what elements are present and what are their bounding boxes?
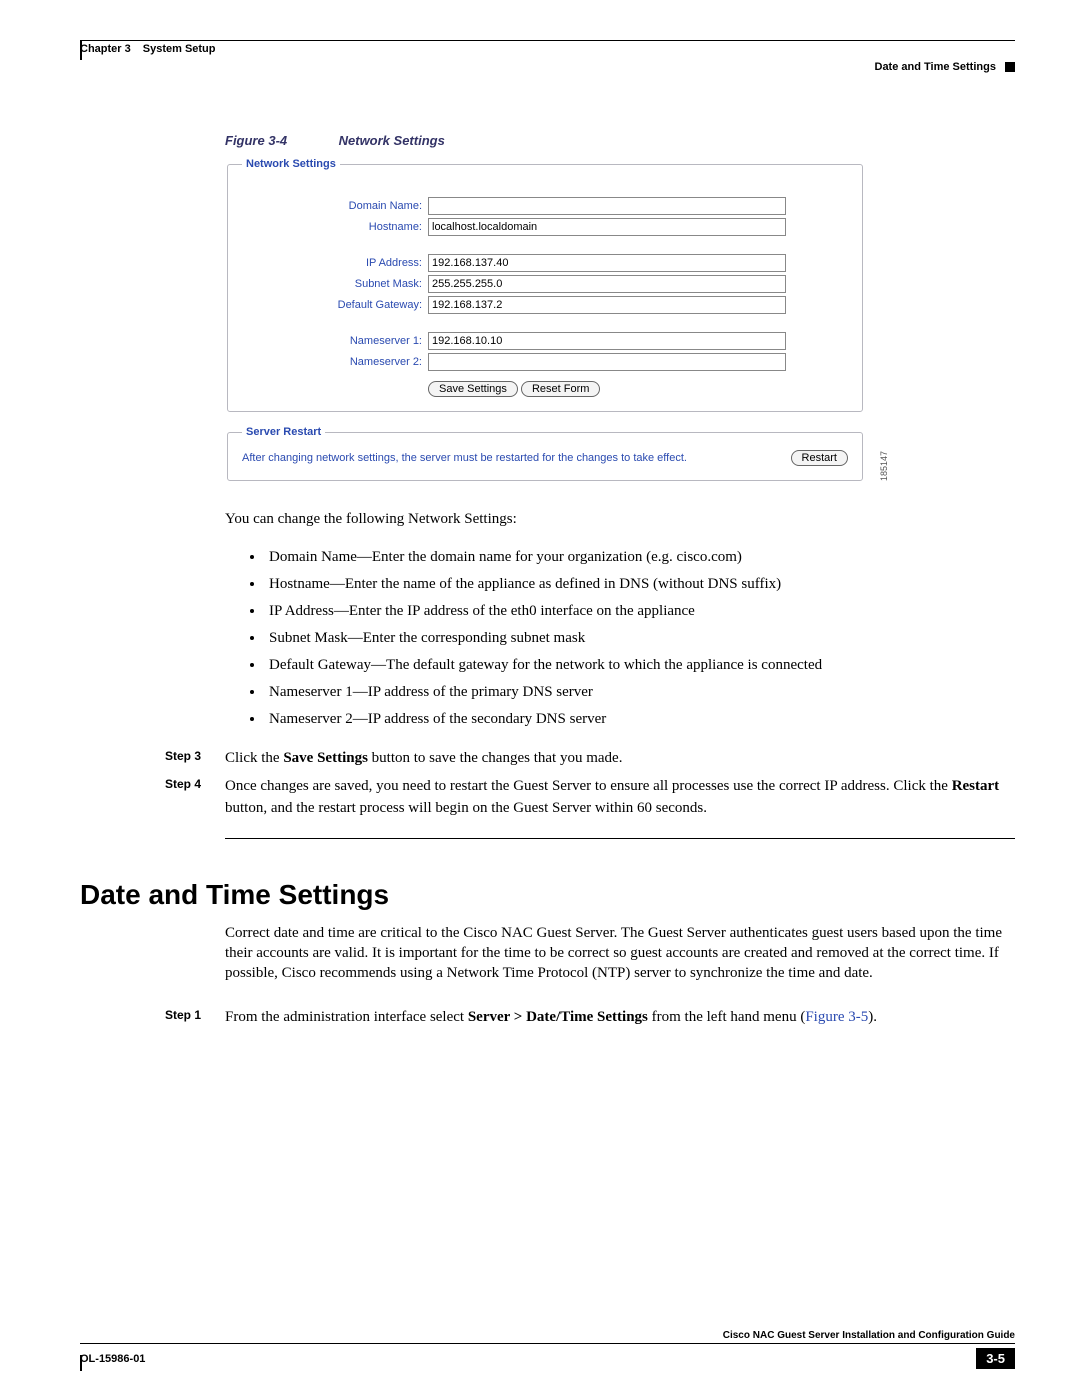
domain-name-input[interactable] bbox=[428, 197, 786, 215]
intro-text: You can change the following Network Set… bbox=[225, 509, 1015, 529]
restart-button[interactable]: Restart bbox=[791, 450, 848, 466]
step-row: Step 1 From the administration interface… bbox=[80, 1007, 1015, 1029]
nameserver2-label: Nameserver 2: bbox=[242, 356, 422, 368]
footer-guide-title: Cisco NAC Guest Server Installation and … bbox=[80, 1330, 1015, 1344]
list-item: IP Address—Enter the IP address of the e… bbox=[265, 598, 1015, 625]
list-item: Nameserver 2—IP address of the secondary… bbox=[265, 706, 1015, 733]
step-body: Click the Save Settings button to save t… bbox=[225, 748, 1015, 770]
step-body: From the administration interface select… bbox=[225, 1007, 1015, 1029]
default-gateway-input[interactable] bbox=[428, 296, 786, 314]
section-subtitle: Date and Time Settings bbox=[875, 61, 996, 73]
figure-label: Figure 3-4 bbox=[225, 133, 335, 148]
header-square-icon bbox=[1005, 62, 1015, 72]
list-item: Default Gateway—The default gateway for … bbox=[265, 652, 1015, 679]
step-body: Once changes are saved, you need to rest… bbox=[225, 776, 1015, 820]
section-heading: Date and Time Settings bbox=[80, 879, 1015, 911]
figure-image-id: 185147 bbox=[879, 451, 889, 481]
subnet-mask-label: Subnet Mask: bbox=[242, 278, 422, 290]
footer-page-number: 3-5 bbox=[976, 1348, 1015, 1369]
step-row: Step 4 Once changes are saved, you need … bbox=[80, 776, 1015, 820]
reset-form-button[interactable]: Reset Form bbox=[521, 381, 600, 397]
ip-address-input[interactable] bbox=[428, 254, 786, 272]
figure-title: Network Settings bbox=[339, 133, 445, 148]
save-settings-button[interactable]: Save Settings bbox=[428, 381, 518, 397]
section-divider bbox=[225, 838, 1015, 839]
list-item: Domain Name—Enter the domain name for yo… bbox=[265, 544, 1015, 571]
chapter-label: Chapter 3 bbox=[80, 43, 131, 55]
default-gateway-label: Default Gateway: bbox=[242, 299, 422, 311]
figure-screenshot: Network Settings Domain Name: Hostname: … bbox=[225, 158, 865, 481]
nameserver1-label: Nameserver 1: bbox=[242, 335, 422, 347]
settings-bullet-list: Domain Name—Enter the domain name for yo… bbox=[245, 544, 1015, 733]
figure-caption: Figure 3-4 Network Settings bbox=[225, 133, 1015, 148]
hostname-input[interactable] bbox=[428, 218, 786, 236]
list-item: Subnet Mask—Enter the corresponding subn… bbox=[265, 625, 1015, 652]
list-item: Nameserver 1—IP address of the primary D… bbox=[265, 679, 1015, 706]
list-item: Hostname—Enter the name of the appliance… bbox=[265, 571, 1015, 598]
chapter-title: System Setup bbox=[143, 43, 216, 55]
step-label: Step 3 bbox=[165, 748, 225, 770]
hostname-label: Hostname: bbox=[242, 221, 422, 233]
section-paragraph: Correct date and time are critical to th… bbox=[225, 923, 1015, 984]
step-row: Step 3 Click the Save Settings button to… bbox=[80, 748, 1015, 770]
server-restart-fieldset: Server Restart After changing network se… bbox=[227, 426, 863, 481]
network-settings-fieldset: Network Settings Domain Name: Hostname: … bbox=[227, 158, 863, 412]
server-restart-note: After changing network settings, the ser… bbox=[242, 452, 687, 464]
header-left-rule bbox=[80, 40, 82, 60]
server-restart-legend: Server Restart bbox=[242, 426, 325, 438]
domain-name-label: Domain Name: bbox=[242, 200, 422, 212]
step-label: Step 1 bbox=[165, 1007, 225, 1029]
ip-address-label: IP Address: bbox=[242, 257, 422, 269]
running-header: Chapter 3 System Setup bbox=[80, 40, 1015, 55]
footer-doc-number: OL-15986-01 bbox=[80, 1353, 145, 1365]
footer-left-rule bbox=[80, 1355, 82, 1371]
subnet-mask-input[interactable] bbox=[428, 275, 786, 293]
nameserver1-input[interactable] bbox=[428, 332, 786, 350]
page-footer: Cisco NAC Guest Server Installation and … bbox=[80, 1330, 1015, 1369]
figure-xref[interactable]: Figure 3-5 bbox=[805, 1009, 868, 1025]
step-label: Step 4 bbox=[165, 776, 225, 820]
network-settings-legend: Network Settings bbox=[242, 158, 340, 170]
nameserver2-input[interactable] bbox=[428, 353, 786, 371]
